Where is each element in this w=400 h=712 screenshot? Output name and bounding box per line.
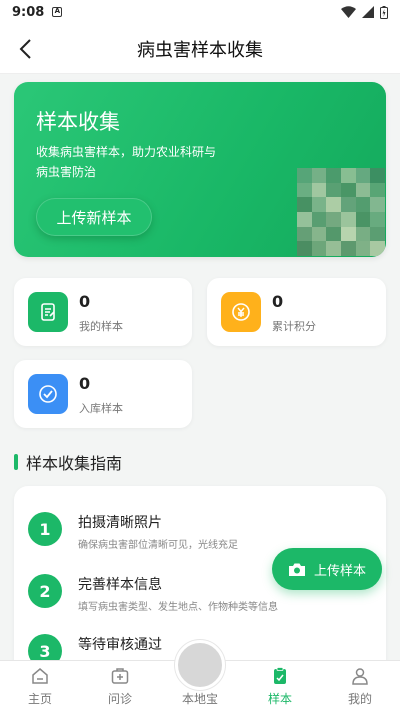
step-description: 确保病虫害部位清晰可见，光线充足 <box>78 540 238 551</box>
sample-collage-image <box>297 168 385 256</box>
tab-label: 本地宝 <box>181 692 218 706</box>
stat-label: 累计积分 <box>272 320 316 333</box>
home-icon <box>29 665 51 687</box>
stat-value: 0 <box>272 292 284 311</box>
tab-label: 样本 <box>267 692 292 706</box>
guide-section-title: 样本收集指南 <box>14 450 122 474</box>
upload-new-sample-button[interactable]: 上传新样本 <box>36 198 152 236</box>
fab-label: 上传样本 <box>313 563 366 579</box>
stat-label: 我的样本 <box>79 320 123 333</box>
sample-tube-icon <box>269 665 291 687</box>
document-icon <box>28 292 68 332</box>
step-title: 拍摄清晰照片 <box>78 515 162 531</box>
hero-card: 样本收集 收集病虫害样本，助力农业科研与病虫害防治 上传新样本 <box>14 82 386 257</box>
stat-value: 0 <box>79 292 91 311</box>
step-number: 2 <box>28 574 62 608</box>
tab-label: 问诊 <box>107 692 132 706</box>
tab-profile[interactable]: 我的 <box>320 661 400 712</box>
section-title-text: 样本收集指南 <box>26 454 123 473</box>
chevron-left-icon <box>19 39 31 59</box>
tab-consult[interactable]: 问诊 <box>80 661 160 712</box>
back-button[interactable] <box>10 34 40 64</box>
step-description: 填写病虫害类型、发生地点、作物种类等信息 <box>78 602 278 613</box>
stat-card-points[interactable]: 0 累计积分 <box>207 278 386 346</box>
tab-samples[interactable]: 样本 <box>240 661 320 712</box>
person-icon <box>349 665 371 687</box>
stat-label: 入库样本 <box>79 402 123 415</box>
status-time: 9:08 <box>12 4 45 20</box>
tab-label: 我的 <box>347 692 372 706</box>
camera-icon <box>288 563 305 576</box>
upload-sample-fab[interactable]: 上传样本 <box>272 548 382 590</box>
check-circle-icon <box>28 374 68 414</box>
step-title: 完善样本信息 <box>78 577 162 593</box>
page-title: 病虫害样本收集 <box>137 39 263 61</box>
hero-description: 收集病虫害样本，助力农业科研与病虫害防治 <box>36 145 217 179</box>
step-number: 1 <box>28 512 62 546</box>
step-title: 等待审核通过 <box>78 637 162 653</box>
signal-icon <box>362 6 374 18</box>
medical-kit-icon <box>109 665 131 687</box>
app-header: 病虫害样本收集 <box>0 24 400 74</box>
coin-icon <box>221 292 261 332</box>
stat-card-my-samples[interactable]: 0 我的样本 <box>14 278 192 346</box>
tab-home[interactable]: 主页 <box>0 661 80 712</box>
center-icon[interactable] <box>175 640 225 690</box>
battery-icon <box>380 5 388 19</box>
section-accent-bar <box>14 454 18 470</box>
sim-icon: A <box>52 7 63 17</box>
status-bar: 9:08 A <box>0 0 400 24</box>
wifi-icon <box>341 6 356 18</box>
stat-card-stored-samples[interactable]: 0 入库样本 <box>14 360 192 428</box>
stat-value: 0 <box>79 374 91 393</box>
status-icons <box>341 5 388 19</box>
tab-label: 主页 <box>27 692 52 706</box>
hero-title: 样本收集 <box>36 110 120 134</box>
